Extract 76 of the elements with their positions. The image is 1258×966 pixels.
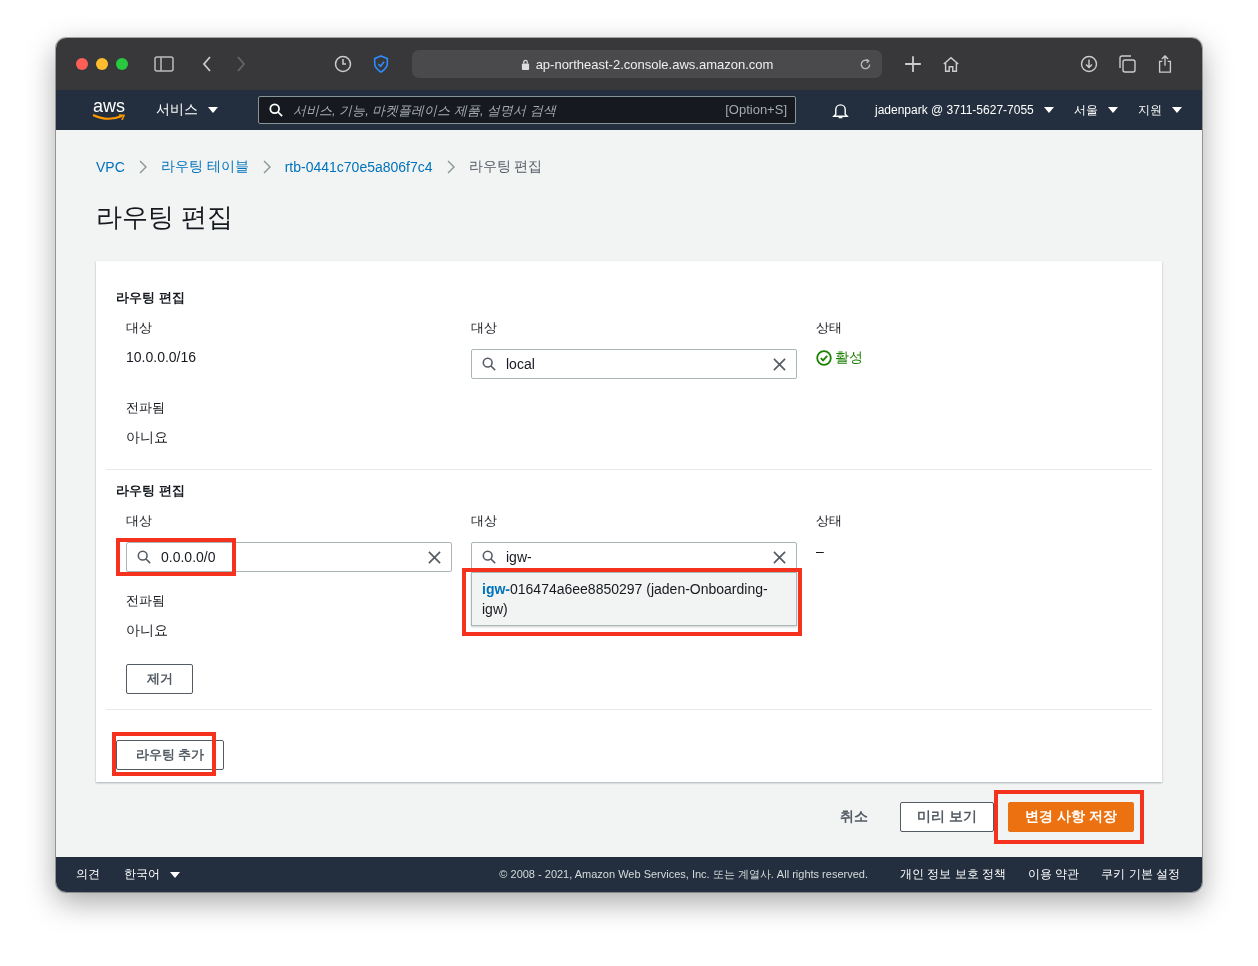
caret-icon <box>208 107 218 113</box>
breadcrumb-link[interactable]: 라우팅 테이블 <box>160 158 249 176</box>
back-icon[interactable] <box>202 56 212 72</box>
services-menu[interactable]: 서비스 <box>156 101 218 119</box>
language-menu[interactable]: 한국어 <box>124 866 180 883</box>
route-heading: 라우팅 편집 <box>116 482 186 500</box>
dropdown-option[interactable]: igw-016474a6ee8850297 (jaden-Onboarding-igw) <box>482 579 786 619</box>
account-menu[interactable]: jadenpark @ 3711-5627-7055 <box>875 103 1054 117</box>
add-route-button[interactable]: 라우팅 추가 <box>116 740 224 770</box>
breadcrumb-link[interactable]: rtb-0441c70e5a806f7c4 <box>284 159 433 175</box>
chevron-icon <box>262 160 271 174</box>
lock-icon <box>520 58 530 70</box>
page-title: 라우팅 편집 <box>96 201 235 234</box>
chevron-icon <box>138 160 147 174</box>
field-label: 상태 <box>816 319 842 337</box>
cancel-button[interactable]: 취소 <box>834 807 874 827</box>
chevron-icon <box>446 160 455 174</box>
zoom-icon[interactable] <box>116 58 128 70</box>
search-icon <box>482 550 496 564</box>
reload-icon[interactable] <box>859 57 872 71</box>
field-label: 전파됨 <box>126 399 165 417</box>
clear-icon[interactable] <box>428 550 441 564</box>
destination-field[interactable]: 0.0.0.0/0 <box>126 542 452 572</box>
share-icon[interactable] <box>1156 55 1174 73</box>
bell-icon[interactable] <box>832 101 849 119</box>
check-circle-icon <box>816 350 832 366</box>
caret-icon <box>1043 107 1054 113</box>
download-icon[interactable] <box>1080 55 1098 73</box>
close-icon[interactable] <box>76 58 88 70</box>
propagated-value: 아니요 <box>126 622 168 640</box>
search-icon <box>482 357 496 371</box>
field-value: igw- <box>506 549 533 565</box>
status-text: 활성 <box>835 349 863 367</box>
shield-icon[interactable] <box>372 55 390 73</box>
url-text: ap-northeast-2.console.aws.amazon.com <box>535 56 774 72</box>
minimize-icon[interactable] <box>96 58 108 70</box>
remove-button[interactable]: 제거 <box>126 664 193 694</box>
clear-icon[interactable] <box>773 550 786 564</box>
shortcut-hint: [Option+S] <box>725 102 787 117</box>
status-text: – <box>816 542 824 560</box>
copyright-text: © 2008 - 2021, Amazon Web Services, Inc. 또는 계열사. All rights reserved. <box>499 867 868 882</box>
sidebar-icon[interactable] <box>154 56 174 72</box>
clock-icon[interactable] <box>334 55 352 73</box>
field-value: 0.0.0.0/0 <box>161 549 217 565</box>
footer-link[interactable]: 쿠키 기본 설정 <box>1101 866 1180 883</box>
route-heading: 라우팅 편집 <box>116 289 186 307</box>
clear-icon[interactable] <box>773 357 786 371</box>
breadcrumb-link[interactable]: VPC <box>96 159 125 175</box>
caret-icon <box>170 871 180 878</box>
field-label: 대상 <box>126 512 152 530</box>
region-menu[interactable]: 서울 <box>1073 101 1118 119</box>
field-label: 전파됨 <box>126 592 165 610</box>
feedback-link[interactable]: 의견 <box>76 866 100 883</box>
footer-link[interactable]: 개인 정보 보호 정책 <box>899 866 1006 883</box>
caret-icon <box>1107 107 1118 113</box>
field-label: 상태 <box>816 512 842 530</box>
propagated-value: 아니요 <box>126 429 168 447</box>
destination-value: 10.0.0.0/16 <box>126 349 197 367</box>
home-icon[interactable] <box>942 55 960 73</box>
support-menu[interactable]: 지원 <box>1137 101 1182 119</box>
field-label: 대상 <box>471 319 497 337</box>
new-tab-icon[interactable] <box>904 55 922 73</box>
field-label: 대상 <box>126 319 152 337</box>
tabs-icon[interactable] <box>1118 55 1136 73</box>
breadcrumb-current: 라우팅 편집 <box>468 158 543 176</box>
address-bar[interactable]: ap-northeast-2.console.aws.amazon.com <box>412 50 882 78</box>
footer-link[interactable]: 이용 약관 <box>1028 866 1080 883</box>
search-icon <box>269 103 283 117</box>
smile-arrow-icon <box>92 114 126 122</box>
preview-button[interactable]: 미리 보기 <box>900 802 994 832</box>
target-field[interactable]: local <box>471 349 797 379</box>
field-label: 대상 <box>471 512 497 530</box>
logo-text[interactable]: aws <box>93 98 125 114</box>
search-icon <box>137 550 151 564</box>
field-value: local <box>506 356 536 372</box>
caret-icon <box>1171 107 1182 113</box>
